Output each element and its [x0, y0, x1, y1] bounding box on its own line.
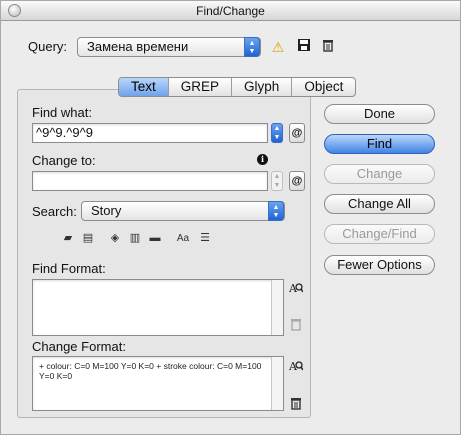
find-format-scrollbar[interactable] [271, 280, 283, 335]
change-format-box[interactable]: + colour: C=0 M=100 Y=0 K=0 + stroke col… [32, 356, 284, 411]
warning-icon: ⚠ [271, 39, 285, 55]
tab-grep[interactable]: GREP [169, 78, 233, 96]
tab-glyph[interactable]: Glyph [232, 78, 293, 96]
chevron-updown-icon: ▲ ▼ [244, 37, 260, 57]
include-footnotes-icon[interactable]: ▬ [148, 232, 162, 245]
delete-query-icon[interactable] [319, 38, 337, 56]
at-sign-icon: @ [291, 127, 303, 139]
change-to-history-select[interactable]: ▲ ▼ [271, 171, 283, 191]
done-button[interactable]: Done [324, 104, 435, 124]
include-master-pages-icon[interactable]: ▥ [128, 232, 142, 245]
find-button[interactable]: Find [324, 134, 435, 154]
close-button[interactable] [8, 4, 21, 17]
title-bar: Find/Change [1, 1, 460, 21]
case-sensitive-icon[interactable]: Aa [176, 232, 190, 245]
at-sign-icon: @ [291, 175, 303, 187]
chevron-updown-icon: ▲ ▼ [268, 201, 284, 221]
include-locked-layers-icon[interactable]: ▰ [61, 232, 75, 245]
tab-text[interactable]: Text [119, 78, 169, 96]
find-what-label: Find what: [32, 105, 92, 120]
window-title: Find/Change [196, 4, 265, 18]
save-query-icon[interactable] [295, 38, 313, 56]
change-find-button[interactable]: Change/Find [324, 224, 435, 244]
search-label: Search: [32, 204, 77, 219]
info-icon[interactable]: i [257, 154, 268, 165]
specify-change-format-icon[interactable]: A [288, 359, 304, 373]
query-select[interactable]: Замена времени ▲ ▼ [77, 37, 261, 57]
change-to-label: Change to: [32, 153, 96, 168]
change-button[interactable]: Change [324, 164, 435, 184]
find-format-label: Find Format: [32, 261, 106, 276]
find-special-characters-button[interactable]: @ [289, 123, 305, 143]
clear-find-format-icon[interactable] [289, 317, 303, 331]
specify-find-format-icon[interactable]: A [288, 281, 304, 295]
include-hidden-layers-icon[interactable]: ◈ [108, 232, 122, 245]
search-scope-select[interactable]: Story ▲ ▼ [81, 201, 285, 221]
clear-change-format-icon[interactable] [289, 396, 303, 410]
query-selected-value: Замена времени [87, 39, 189, 54]
find-format-box[interactable] [32, 279, 284, 336]
whole-word-icon[interactable]: ☰ [198, 232, 212, 245]
mode-tabs: Text GREP Glyph Object [118, 77, 357, 97]
include-locked-stories-icon[interactable]: ▤ [81, 232, 95, 245]
change-format-text: + colour: C=0 M=100 Y=0 K=0 + stroke col… [39, 361, 262, 381]
find-what-history-select[interactable]: ▲ ▼ [271, 123, 283, 143]
tab-object[interactable]: Object [292, 78, 355, 96]
change-special-characters-button[interactable]: @ [289, 171, 305, 191]
change-to-input[interactable] [32, 171, 268, 191]
find-change-window: Find/Change Query: Замена времени ▲ ▼ ⚠ T… [0, 0, 461, 435]
find-what-input[interactable]: ^9^9.^9^9 [32, 123, 268, 143]
search-scope-value: Story [91, 203, 122, 218]
fewer-options-button[interactable]: Fewer Options [324, 255, 435, 275]
change-all-button[interactable]: Change All [324, 194, 435, 214]
change-format-scrollbar[interactable] [271, 357, 283, 410]
change-format-label: Change Format: [32, 339, 126, 354]
query-label: Query: [28, 39, 68, 54]
